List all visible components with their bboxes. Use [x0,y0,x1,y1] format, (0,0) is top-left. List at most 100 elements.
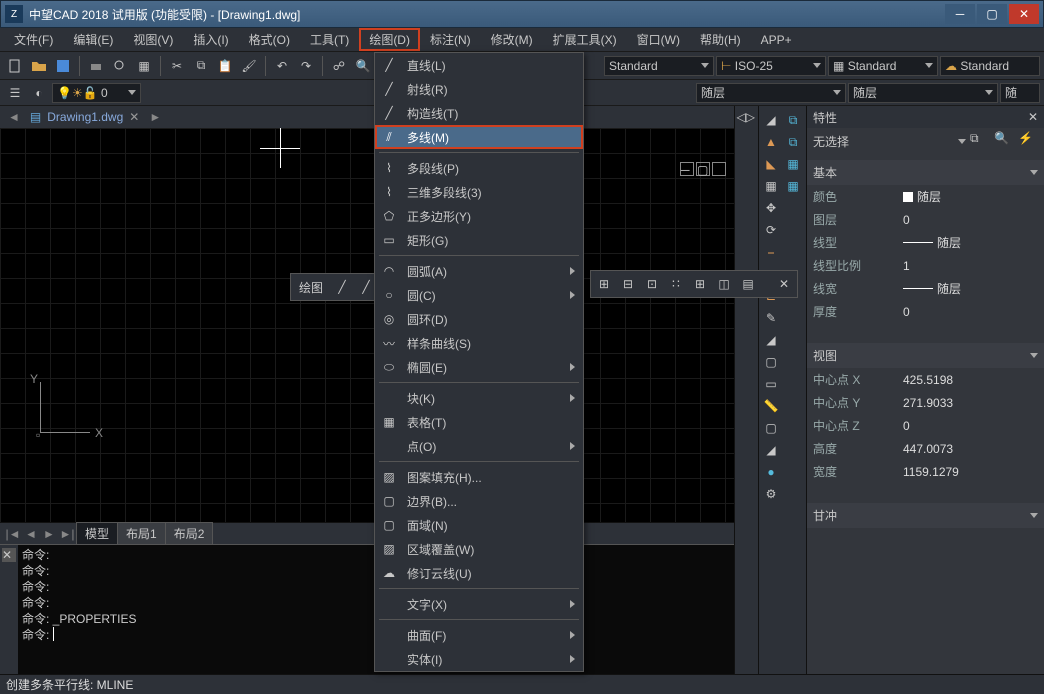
property-value[interactable]: 0 [903,211,1038,228]
property-row[interactable]: 颜色随层 [807,185,1044,208]
preview-icon[interactable] [109,55,131,77]
pickadd-icon[interactable]: 🔍 [994,131,1014,151]
layer-manager-icon[interactable]: ☰ [4,82,26,104]
property-value[interactable]: 0 [903,417,1038,434]
misc-icon[interactable]: ⚙ [761,484,781,504]
menu-help[interactable]: 帮助(H) [690,28,751,51]
property-value[interactable]: 425.5198 [903,371,1038,388]
menu-window[interactable]: 窗口(W) [627,28,690,51]
copy-icon[interactable]: ⧉ [190,55,212,77]
tab-prev2-icon[interactable]: ◄ [22,527,40,541]
region-icon[interactable]: ▢ [761,418,781,438]
ft-line-icon[interactable]: ╱ [331,276,353,298]
menu-item[interactable]: ╱射线(R) [375,77,583,101]
menu-tools[interactable]: 工具(T) [300,28,359,51]
paste-icon[interactable]: 📋 [214,55,236,77]
menu-insert[interactable]: 插入(I) [183,28,238,51]
chevron-down-icon[interactable] [958,139,966,144]
property-value[interactable]: 随层 [903,280,1038,297]
tab-layout2[interactable]: 布局2 [165,522,214,545]
menu-modify[interactable]: 修改(M) [481,28,543,51]
mirror-icon[interactable]: ▲ [761,132,781,152]
fillet-icon[interactable]: ▢ [761,352,781,372]
menu-file[interactable]: 文件(F) [4,28,63,51]
copy2-icon[interactable]: ⧉ [783,110,803,130]
menu-item[interactable]: 〰样条曲线(S) [375,331,583,355]
pan-icon[interactable]: ☍ [328,55,350,77]
menu-item[interactable]: ⬭椭圆(E) [375,355,583,379]
join-icon[interactable]: ✎ [761,308,781,328]
st-icon[interactable]: ◫ [713,273,735,295]
tab-layout1[interactable]: 布局1 [117,522,166,545]
layer-combo[interactable]: 💡☀🔓 0 [52,83,141,103]
rotate-icon[interactable]: ▦ [761,176,781,196]
measure-icon[interactable]: 📏 [761,396,781,416]
menu-item[interactable]: 文字(X) [375,592,583,616]
property-value[interactable]: 0 [903,303,1038,320]
property-row[interactable]: 中心点 Y271.9033 [807,391,1044,414]
tab-first-icon[interactable]: |◄ [4,527,22,541]
print-icon[interactable] [85,55,107,77]
property-value[interactable]: 1 [903,257,1038,274]
secondary-toolbar[interactable]: ⊞ ⊟ ⊡ ∷ ⊞ ◫ ▤ ✕ [590,270,798,298]
group-view[interactable]: 视图 [813,347,837,364]
property-row[interactable]: 厚度0 [807,300,1044,323]
st-icon[interactable]: ⊞ [689,273,711,295]
command-window[interactable]: ✕ 命令: 命令: 命令: 命令: 命令: _PROPERTIES 命令: [0,544,734,674]
tab-last-icon[interactable]: ►| [58,527,76,541]
property-value[interactable]: 1159.1279 [903,463,1038,480]
menu-item[interactable]: ╱直线(L) [375,53,583,77]
menu-item[interactable]: ▢边界(B)... [375,489,583,513]
menu-item[interactable]: ▢面域(N) [375,513,583,537]
color-combo[interactable]: 随层 [696,83,846,103]
mlstyle-combo[interactable]: ☁ Standard [940,56,1040,76]
group-basic[interactable]: 基本 [813,164,837,181]
menu-app[interactable]: APP+ [751,30,802,50]
property-value[interactable]: 271.9033 [903,394,1038,411]
textstyle-combo[interactable]: Standard [604,56,714,76]
dimstyle-combo[interactable]: ⊢ ISO-25 [716,56,826,76]
explode-icon[interactable]: ▭ [761,374,781,394]
redo-icon[interactable]: ↷ [295,55,317,77]
menu-item[interactable]: 块(K) [375,386,583,410]
property-row[interactable]: 图层0 [807,208,1044,231]
nav-up-icon[interactable]: ◁▷ [737,110,757,130]
menu-item[interactable]: ▦表格(T) [375,410,583,434]
viewport-controls[interactable]: ─▢ [680,162,726,176]
offset-icon[interactable]: ⧉ [783,132,803,152]
chamfer-icon[interactable]: ◢ [761,330,781,350]
property-row[interactable]: 中心点 X425.5198 [807,368,1044,391]
match-icon[interactable]: 🖌 [238,55,260,77]
tab-prev-icon[interactable]: ◄ [8,110,20,124]
menu-edit[interactable]: 编辑(E) [63,28,123,51]
menu-item[interactable]: ◠圆弧(A) [375,259,583,283]
tab-next2-icon[interactable]: ► [40,527,58,541]
st-close-icon[interactable]: ✕ [773,273,795,295]
property-row[interactable]: 线宽随层 [807,277,1044,300]
st-icon[interactable]: ⊟ [617,273,639,295]
menu-item[interactable]: 实体(I) [375,647,583,671]
layer-state-icon[interactable]: ◐ [28,82,50,104]
menu-item[interactable]: ⫽多线(M) [375,125,583,149]
wipeout-icon[interactable]: ◢ [761,440,781,460]
document-tab[interactable]: ▤ Drawing1.dwg ✕ [24,108,145,126]
menu-draw[interactable]: 绘图(D) [359,28,420,51]
publish-icon[interactable]: ▦ [133,55,155,77]
selection-combo[interactable]: 无选择 [813,133,954,150]
move-icon[interactable]: ✥ [761,198,781,218]
erase-icon[interactable]: ◢ [761,110,781,130]
zoom-icon[interactable]: 🔍 [352,55,374,77]
cut-icon[interactable]: ✂ [166,55,188,77]
menu-item[interactable]: ○圆(C) [375,283,583,307]
st-icon[interactable]: ⊡ [641,273,663,295]
flash-icon[interactable]: ⚡ [1018,131,1038,151]
lineweight-combo[interactable]: 随 [1000,83,1040,103]
menu-item[interactable]: ⌇三维多段线(3) [375,180,583,204]
tablestyle-combo[interactable]: ▦ Standard [828,56,938,76]
property-value[interactable]: 随层 [903,188,1038,205]
open-icon[interactable] [28,55,50,77]
new-icon[interactable] [4,55,26,77]
property-value[interactable]: 447.0073 [903,440,1038,457]
menu-item[interactable]: ⬠正多边形(Y) [375,204,583,228]
menu-item[interactable]: ╱构造线(T) [375,101,583,125]
